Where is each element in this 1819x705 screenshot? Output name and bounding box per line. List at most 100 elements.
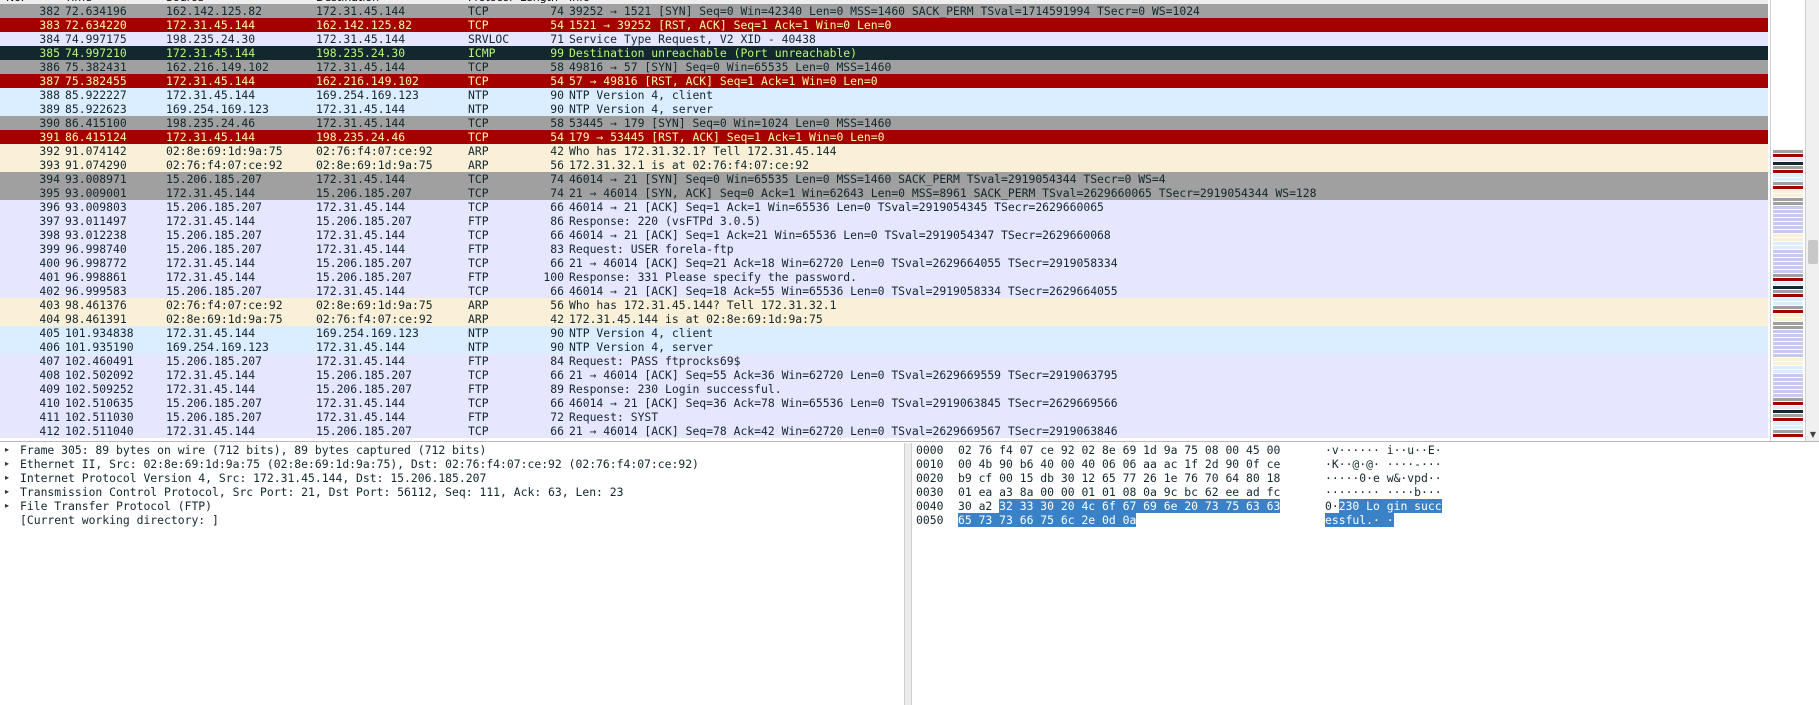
packet-row[interactable]: 396 93.009803 15.206.185.207 172.31.45.144 T…: [0, 200, 1768, 214]
minimap-stripe: [1773, 178, 1803, 181]
packet-info: 21 → 46014 [SYN, ACK] Seq=0 Ack=1 Win=62…: [569, 186, 1317, 200]
ascii-highlighted: 230 Lo gin succ: [1338, 499, 1442, 513]
packet-no: 406: [39, 340, 60, 354]
packet-dst: 172.31.45.144: [316, 396, 406, 410]
expand-arrow-icon[interactable]: ▸: [5, 443, 9, 457]
packet-dst: 172.31.45.144: [316, 4, 406, 18]
packet-no: 399: [39, 242, 60, 256]
ascii-bytes[interactable]: ·v······ i··u··E·: [1325, 443, 1442, 457]
packet-row[interactable]: 389 85.922623 169.254.169.123 172.31.45.144…: [0, 102, 1768, 116]
packet-len: 66: [550, 284, 564, 298]
packet-row[interactable]: 403 98.461376 02:76:f4:07:ce:92 02:8e:69:1d…: [0, 298, 1768, 312]
minimap-stripe: [1773, 206, 1803, 209]
packet-dst: 198.235.24.30: [316, 46, 406, 60]
hex-bytes[interactable]: 65 73 73 66 75 6c 2e 0d 0a: [958, 513, 1137, 527]
column-header-length[interactable]: Length: [520, 0, 558, 3]
packet-proto: FTP: [468, 354, 489, 368]
column-header-no[interactable]: No.: [6, 0, 24, 3]
packet-proto: FTP: [468, 214, 489, 228]
packet-proto: TCP: [468, 284, 489, 298]
detail-tree-item[interactable]: [Current working directory: ]: [0, 513, 904, 527]
ascii-bytes[interactable]: ········ ····b···: [1325, 485, 1442, 499]
packet-row[interactable]: 410 102.510635 15.206.185.207 172.31.45.144…: [0, 396, 1768, 410]
packet-row[interactable]: 405 101.934838 172.31.45.144 169.254.169.12…: [0, 326, 1768, 340]
ascii-bytes[interactable]: essful.· ·: [1325, 513, 1394, 527]
packet-no: 389: [39, 102, 60, 116]
packet-row[interactable]: 395 93.009001 172.31.45.144 15.206.185.207 T…: [0, 186, 1768, 200]
packet-row[interactable]: 382 72.634196 162.142.125.82 172.31.45.144 T…: [0, 4, 1768, 18]
hex-plain: 00 4b 90 b6 40 00 40 06 06 aa ac 1f 2d 9…: [958, 457, 1281, 471]
packet-row[interactable]: 391 86.415124 172.31.45.144 198.235.24.46 TC…: [0, 130, 1768, 144]
packet-list-pane[interactable]: No. Time Source Destination Protocol Length In…: [0, 0, 1819, 442]
column-header-protocol[interactable]: Protocol: [468, 0, 512, 3]
pane-splitter[interactable]: [904, 443, 912, 705]
packet-no: 394: [39, 172, 60, 186]
packet-time: 93.012238: [65, 228, 127, 242]
minimap-stripe: [1773, 322, 1803, 325]
hex-bytes[interactable]: b9 cf 00 15 db 30 12 65 77 26 1e 76 70 6…: [958, 471, 1280, 485]
packet-dst: 172.31.45.144: [316, 340, 406, 354]
detail-tree-item[interactable]: ▸ Transmission Control Protocol, Src Port…: [0, 485, 904, 499]
packet-dst: 172.31.45.144: [316, 172, 406, 186]
packet-details-pane[interactable]: ▸ Frame 305: 89 bytes on wire (712 bits),…: [0, 443, 904, 705]
packet-row[interactable]: 412 102.511040 172.31.45.144 15.206.185.207…: [0, 424, 1768, 438]
packet-row[interactable]: 408 102.502092 172.31.45.144 15.206.185.207…: [0, 368, 1768, 382]
packet-row[interactable]: 390 86.415100 198.235.24.46 172.31.45.144 TC…: [0, 116, 1768, 130]
detail-tree-item[interactable]: ▸ Ethernet II, Src: 02:8e:69:1d:9a:75 (02…: [0, 457, 904, 471]
packet-proto: ARP: [468, 298, 489, 312]
packet-row[interactable]: 411 102.511030 15.206.185.207 172.31.45.144…: [0, 410, 1768, 424]
packet-no: 411: [39, 410, 60, 424]
column-header-time[interactable]: Time: [65, 0, 92, 3]
packet-minimap[interactable]: [1770, 0, 1805, 441]
packet-row[interactable]: 392 91.074142 02:8e:69:1d:9a:75 02:76:f4:07…: [0, 144, 1768, 158]
packet-row[interactable]: 387 75.382455 172.31.45.144 162.216.149.102…: [0, 74, 1768, 88]
minimap-stripe: [1773, 286, 1803, 289]
packet-row[interactable]: 398 93.012238 15.206.185.207 172.31.45.144 T…: [0, 228, 1768, 242]
packet-row[interactable]: 409 102.509252 172.31.45.144 15.206.185.207…: [0, 382, 1768, 396]
hex-bytes[interactable]: 01 ea a3 8a 00 00 01 01 08 0a 9c bc 62 e…: [958, 485, 1280, 499]
detail-tree-item[interactable]: ▸ Internet Protocol Version 4, Src: 172.3…: [0, 471, 904, 485]
packet-row[interactable]: 385 74.997210 172.31.45.144 198.235.24.30 IC…: [0, 46, 1768, 60]
packet-row[interactable]: 404 98.461391 02:8e:69:1d:9a:75 02:76:f4:07…: [0, 312, 1768, 326]
packet-bytes-pane[interactable]: 0000 02 76 f4 07 ce 92 02 8e 69 1d 9a 75 …: [912, 443, 1819, 705]
scroll-down-arrow-icon[interactable]: ▼: [1806, 429, 1819, 441]
packet-src: 172.31.45.144: [166, 88, 256, 102]
packet-row[interactable]: 399 96.998740 15.206.185.207 172.31.45.144 F…: [0, 242, 1768, 256]
packet-row[interactable]: 383 72.634220 172.31.45.144 162.142.125.82 T…: [0, 18, 1768, 32]
expand-arrow-icon[interactable]: ▸: [5, 499, 9, 513]
packet-list-scrollbar[interactable]: ▼: [1805, 0, 1819, 441]
packet-no: 410: [39, 396, 60, 410]
packet-len: 42: [550, 312, 564, 326]
ascii-bytes[interactable]: ·····0·e w&·vpd··: [1325, 471, 1442, 485]
packet-row[interactable]: 394 93.008971 15.206.185.207 172.31.45.144 T…: [0, 172, 1768, 186]
hex-bytes[interactable]: 30 a2 32 33 30 20 4c 6f 67 69 6e 20 73 7…: [958, 499, 1281, 513]
packet-row[interactable]: 406 101.935190 169.254.169.123 172.31.45.14…: [0, 340, 1768, 354]
packet-row[interactable]: 407 102.460491 15.206.185.207 172.31.45.144…: [0, 354, 1768, 368]
packet-proto: TCP: [468, 256, 489, 270]
column-header-source[interactable]: Source: [166, 0, 204, 3]
packet-row[interactable]: 401 96.998861 172.31.45.144 15.206.185.207 F…: [0, 270, 1768, 284]
expand-arrow-icon[interactable]: ▸: [5, 485, 9, 499]
hex-bytes[interactable]: 02 76 f4 07 ce 92 02 8e 69 1d 9a 75 08 0…: [958, 443, 1280, 457]
packet-row[interactable]: 400 96.998772 172.31.45.144 15.206.185.207 T…: [0, 256, 1768, 270]
minimap-stripe: [1773, 270, 1803, 273]
ascii-bytes[interactable]: 0·230 Lo gin succ: [1325, 499, 1442, 513]
detail-tree-item[interactable]: ▸ File Transfer Protocol (FTP): [0, 499, 904, 513]
packet-row[interactable]: 393 91.074290 02:76:f4:07:ce:92 02:8e:69:1d…: [0, 158, 1768, 172]
ascii-bytes[interactable]: ·K··@·@· ····-···: [1325, 457, 1442, 471]
detail-text: Transmission Control Protocol, Src Port:…: [20, 485, 624, 499]
column-header-destination[interactable]: Destination: [316, 0, 379, 3]
packet-row[interactable]: 397 93.011497 172.31.45.144 15.206.185.207 F…: [0, 214, 1768, 228]
packet-row[interactable]: 384 74.997175 198.235.24.30 172.31.45.144 SR…: [0, 32, 1768, 46]
expand-arrow-icon[interactable]: ▸: [5, 457, 9, 471]
hex-bytes[interactable]: 00 4b 90 b6 40 00 40 06 06 aa ac 1f 2d 9…: [958, 457, 1280, 471]
packet-row[interactable]: 386 75.382431 162.216.149.102 172.31.45.144…: [0, 60, 1768, 74]
packet-row[interactable]: 402 96.999583 15.206.185.207 172.31.45.144 T…: [0, 284, 1768, 298]
packet-row[interactable]: 388 85.922227 172.31.45.144 169.254.169.123…: [0, 88, 1768, 102]
detail-tree-item[interactable]: ▸ Frame 305: 89 bytes on wire (712 bits),…: [0, 443, 904, 457]
expand-arrow-icon[interactable]: ▸: [5, 471, 9, 485]
column-header-info[interactable]: Info: [569, 0, 590, 3]
scrollbar-thumb[interactable]: [1808, 240, 1818, 264]
packet-dst: 172.31.45.144: [316, 200, 406, 214]
packet-time: 102.510635: [65, 396, 134, 410]
